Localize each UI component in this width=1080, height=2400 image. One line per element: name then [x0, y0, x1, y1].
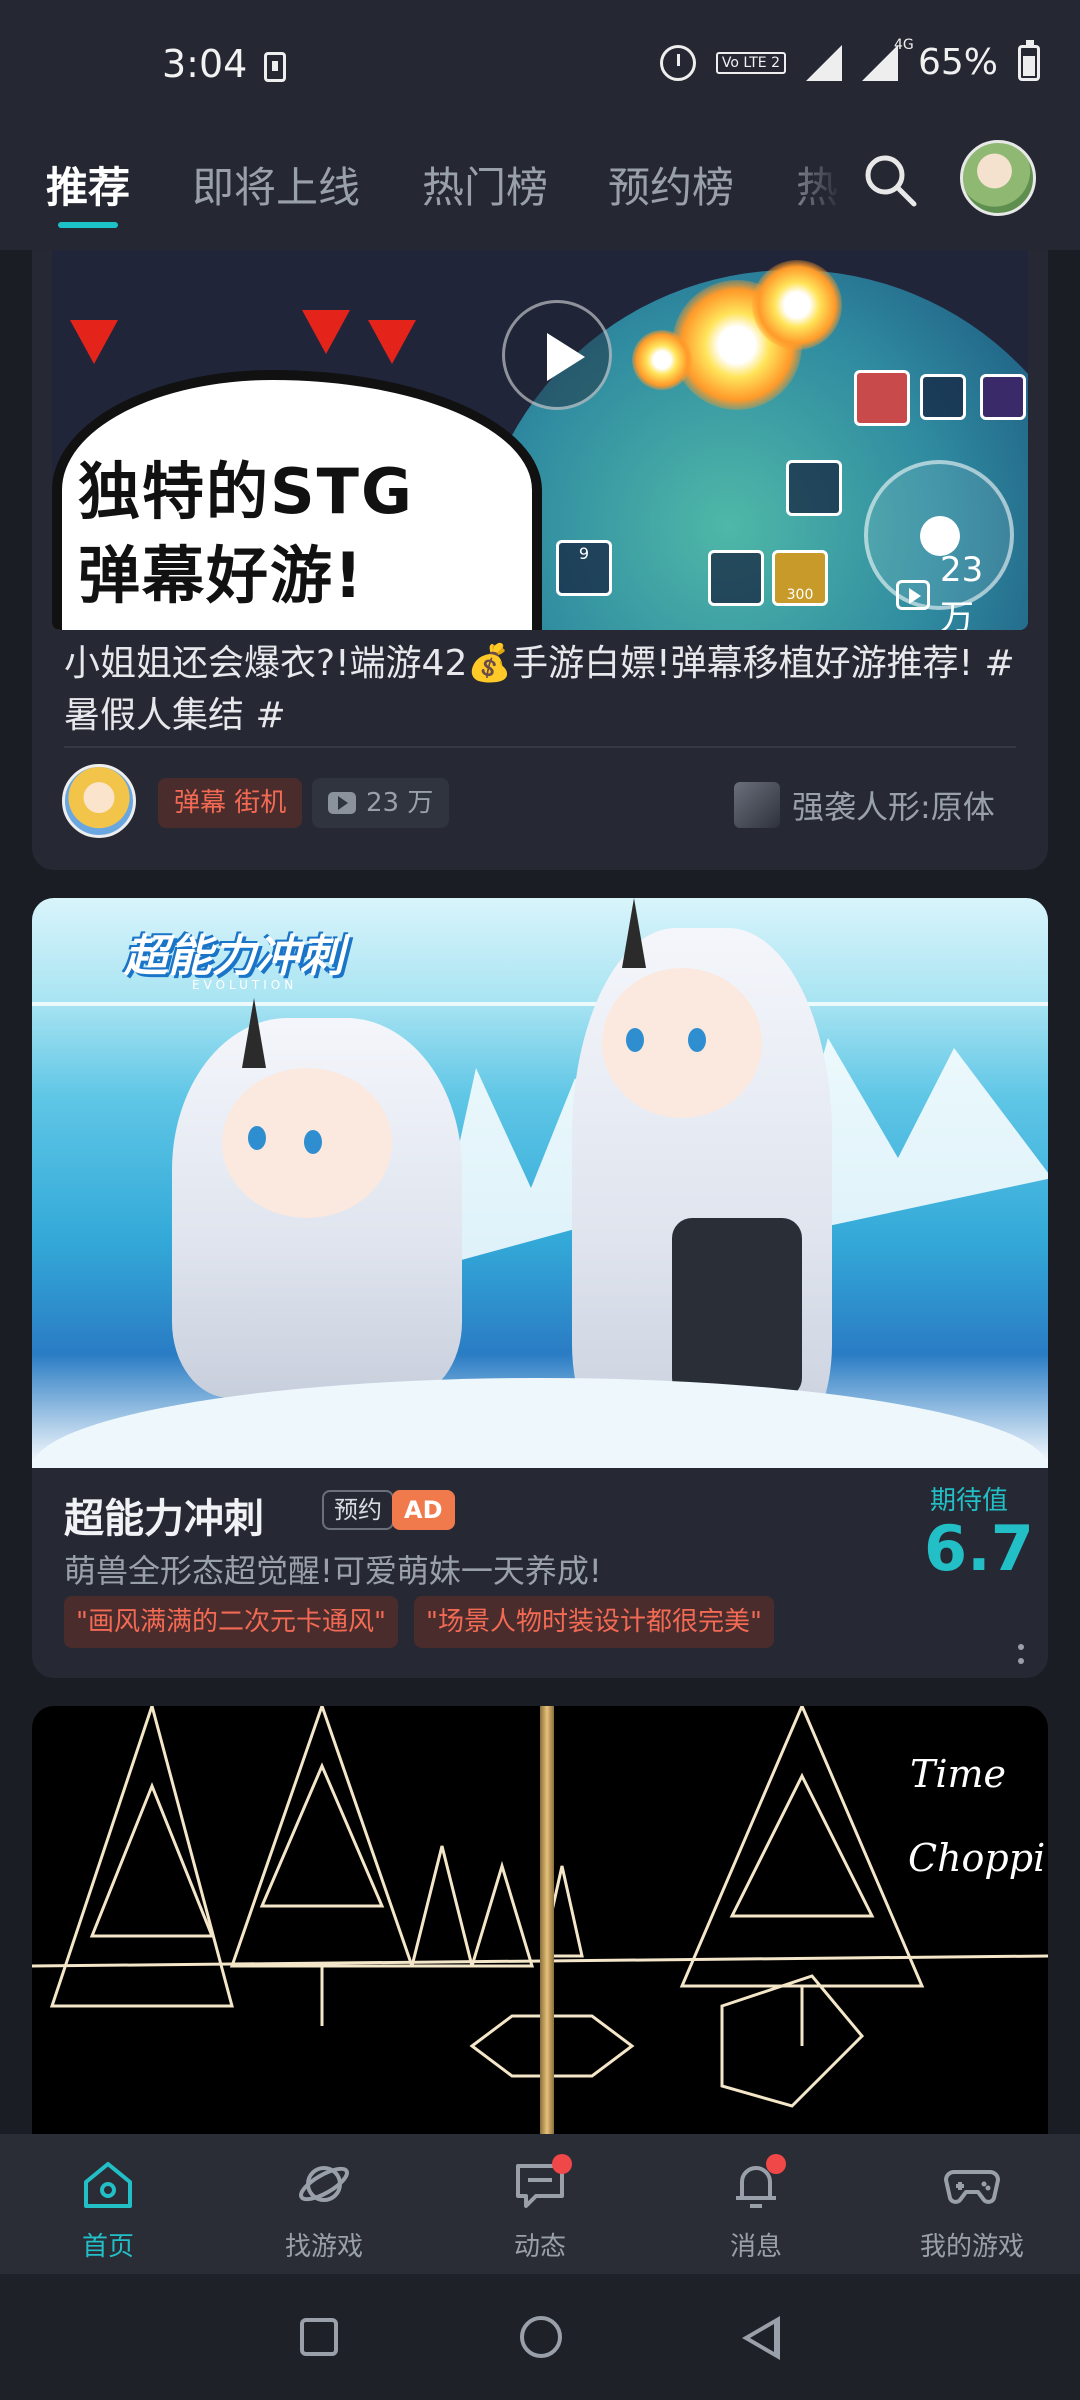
- system-nav-bar: [0, 2274, 1080, 2400]
- tab-fade: [780, 130, 870, 250]
- more-options-icon[interactable]: [1018, 1644, 1024, 1668]
- eye: [688, 1028, 706, 1052]
- red-arrow-icon: [368, 320, 416, 364]
- status-time: 3:04: [162, 42, 248, 86]
- views-count: 23 万: [366, 788, 434, 818]
- review-tag[interactable]: "画风满满的二次元卡通风": [64, 1596, 398, 1648]
- explosion-graphic: [752, 260, 842, 350]
- nav-label: 消息: [729, 2232, 782, 2262]
- nav-activity[interactable]: 动态: [432, 2134, 648, 2274]
- video-card[interactable]: 独特的STG 弹幕好游! 9 300 23 万 小姐姐还会爆衣?!端游42💰手游…: [32, 250, 1048, 870]
- genre-tag[interactable]: 弹幕 街机: [158, 778, 303, 828]
- horn-graphic: [242, 998, 266, 1068]
- video-title-line2: Chopping: [908, 1836, 1048, 1880]
- eye: [626, 1028, 644, 1052]
- game-name: 强袭人形:原体: [792, 788, 995, 826]
- explosion-graphic: [632, 330, 692, 390]
- ad-badge: AD: [392, 1490, 455, 1530]
- game-logo-sub: EVOLUTION: [192, 978, 298, 992]
- related-game-link[interactable]: 强袭人形:原体: [734, 782, 995, 828]
- banner-caption-line2: 弹幕好游!: [78, 539, 365, 612]
- banner-caption: 独特的STG 弹幕好游!: [78, 450, 414, 618]
- play-icon[interactable]: [502, 300, 612, 410]
- active-tab-indicator: [58, 222, 118, 228]
- bonus-skill-icon: 300: [772, 550, 828, 606]
- video-play-icon: [896, 579, 930, 610]
- bottom-nav: 首页 找游戏 动态 消息 我的游戏: [0, 2134, 1080, 2274]
- game-ad-card[interactable]: 超能力冲刺 EVOLUTION 超能力冲刺 预约 AD 期待值 6.7 萌兽全形…: [32, 898, 1048, 1678]
- nav-label: 我的游戏: [919, 2232, 1024, 2262]
- banner-caption-line1: 独特的STG: [78, 455, 414, 528]
- weapon-icon: [980, 374, 1026, 420]
- gamepad-icon: [944, 2170, 1000, 2204]
- status-bar: 3:04 Vo LTE 2 4G 65%: [0, 0, 1080, 130]
- reserve-badge: 预约: [322, 1490, 394, 1530]
- planet-icon: [299, 2166, 349, 2202]
- skill-count: 300: [786, 587, 814, 603]
- alarm-icon: [659, 44, 696, 81]
- game-description: 萌兽全形态超觉醒!可爱萌妹一天养成!: [64, 1552, 602, 1590]
- author-avatar[interactable]: [62, 764, 136, 838]
- battery-icon: [1018, 39, 1040, 81]
- review-tag[interactable]: "场景人物时装设计都很完美": [414, 1596, 774, 1648]
- nav-find-games[interactable]: 找游戏: [216, 2134, 432, 2274]
- horn-graphic: [622, 898, 646, 968]
- game-logo: 超能力冲刺: [124, 931, 344, 982]
- skill-icon: 9: [556, 540, 612, 596]
- red-arrow-icon: [302, 310, 350, 354]
- home-icon: [84, 2162, 132, 2208]
- volte-icon: Vo LTE 2: [715, 51, 786, 74]
- game-title[interactable]: 超能力冲刺: [64, 1486, 264, 1544]
- video-title[interactable]: 小姐姐还会爆衣?!端游42💰手游白嫖!弹幕移植好游推荐! # 暑假人集结 #: [64, 638, 1024, 742]
- tab-reserve-chart[interactable]: 预约榜: [608, 154, 734, 215]
- up-arrow-skill-icon: [786, 460, 842, 516]
- signal-4g-icon: 4G: [861, 37, 914, 81]
- signal-icon: [805, 44, 842, 81]
- nav-label: 首页: [81, 2232, 134, 2262]
- divider: [64, 746, 1016, 748]
- wave-graphic: [32, 1378, 1048, 1468]
- eye: [248, 1126, 266, 1150]
- weapon-icon: [920, 374, 966, 420]
- game-banner[interactable]: 超能力冲刺 EVOLUTION: [32, 898, 1048, 1468]
- recent-apps-button[interactable]: [300, 2318, 338, 2356]
- lock-skill-icon: [708, 550, 764, 606]
- top-tab-bar: 推荐 即将上线 热门榜 预约榜 热: [0, 130, 1080, 250]
- nav-messages[interactable]: 消息: [648, 2134, 864, 2274]
- back-button[interactable]: [742, 2316, 780, 2360]
- red-arrow-icon: [70, 320, 118, 364]
- views-badge: 23 万: [312, 778, 450, 828]
- tab-hot-chart[interactable]: 热门榜: [422, 154, 548, 215]
- video-views-overlay: 23 万: [896, 550, 1028, 630]
- status-icons: Vo LTE 2 4G 65%: [659, 37, 1040, 83]
- views-overlay-count: 23 万: [939, 550, 984, 630]
- nav-label: 找游戏: [284, 2232, 363, 2262]
- network-type: 4G: [893, 36, 914, 53]
- user-avatar[interactable]: [960, 140, 1036, 216]
- battery-percent: 65%: [917, 42, 998, 83]
- notification-dot: [552, 2154, 572, 2174]
- video-banner[interactable]: 独特的STG 弹幕好游! 9 300 23 万: [52, 250, 1028, 630]
- nav-label: 动态: [513, 2232, 566, 2262]
- weapon-icon: [854, 370, 910, 426]
- home-button[interactable]: [520, 2316, 562, 2358]
- character-outfit: [672, 1218, 802, 1398]
- nav-home[interactable]: 首页: [0, 2134, 216, 2274]
- game-thumbnail: [734, 782, 780, 828]
- tab-recommend[interactable]: 推荐: [46, 154, 130, 215]
- video-icon: [328, 792, 356, 814]
- tab-coming-soon[interactable]: 即将上线: [192, 154, 360, 215]
- horizon-line: [32, 1002, 1048, 1006]
- skill-count: 9: [578, 544, 590, 563]
- game-video-card[interactable]: Time Chopping: [32, 1706, 1048, 2136]
- eye: [304, 1130, 322, 1154]
- video-title-line1: Time: [910, 1752, 1007, 1796]
- notification-dot: [766, 2154, 786, 2174]
- search-icon[interactable]: [862, 152, 918, 208]
- expectation-score: 6.7: [924, 1512, 1034, 1585]
- nav-my-games[interactable]: 我的游戏: [864, 2134, 1080, 2274]
- pole-graphic: [540, 1706, 554, 2136]
- download-icon: [264, 52, 286, 82]
